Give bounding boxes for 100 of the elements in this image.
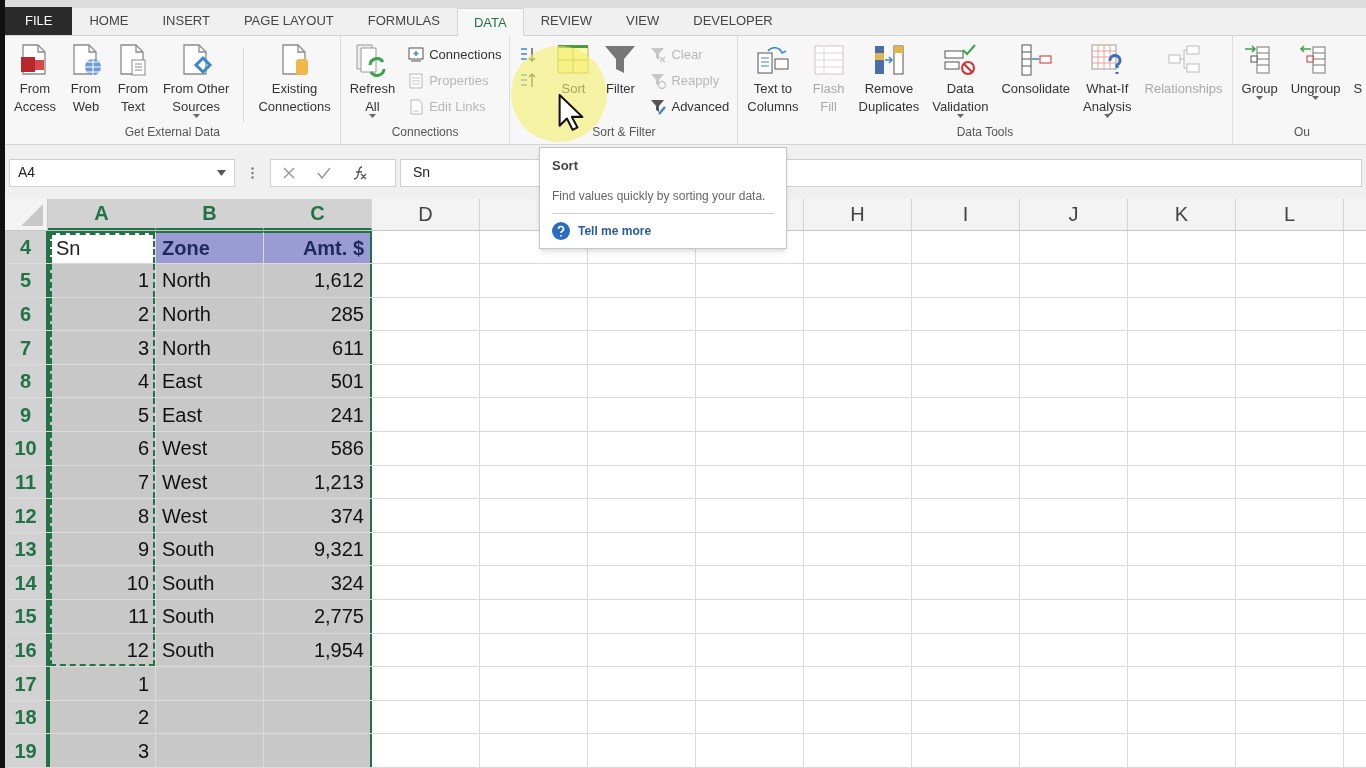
ribbon-tab[interactable]: FORMULAS <box>350 6 457 35</box>
ribbon-button[interactable]: Filter <box>600 39 641 98</box>
row-header[interactable]: 5 <box>5 264 48 297</box>
row-header[interactable]: 14 <box>5 566 48 600</box>
table-cell: 501 <box>264 364 372 398</box>
row-header[interactable]: 4 <box>5 230 48 264</box>
ribbon-button[interactable]: Ungroup <box>1287 39 1344 100</box>
table-cell: 324 <box>264 566 372 600</box>
table-cell: West <box>156 432 264 465</box>
row-header[interactable]: 10 <box>5 432 48 465</box>
validation-icon <box>943 42 978 77</box>
row-header[interactable]: 19 <box>5 734 48 767</box>
sort-ascending-icon <box>518 45 537 64</box>
table-cell: 2 <box>48 700 156 734</box>
sort-descending-icon <box>518 71 537 90</box>
ribbon-button[interactable]: From Access <box>11 39 59 116</box>
row-header[interactable]: 12 <box>5 499 48 532</box>
funnel-refresh-icon <box>649 71 668 90</box>
row-header[interactable]: 13 <box>5 532 48 566</box>
funnel-clear-icon <box>649 45 668 64</box>
row-header[interactable]: 18 <box>5 700 48 734</box>
column-header[interactable]: J <box>1020 198 1128 230</box>
ribbon-button[interactable]: Refresh All <box>346 39 399 118</box>
table-cell: 2 <box>48 297 156 331</box>
group-label: Get External Data <box>123 123 221 140</box>
table-cell: South <box>156 633 264 667</box>
cancel-icon[interactable] <box>283 166 295 179</box>
table-cell: 374 <box>264 499 372 532</box>
table-cell: Sn <box>48 230 156 264</box>
grip-icon <box>251 166 254 179</box>
ribbon-button[interactable]: Group <box>1238 39 1281 100</box>
table-cell: 5 <box>48 398 156 432</box>
column-header[interactable]: K <box>1128 198 1236 230</box>
table-cell: 10 <box>48 566 156 600</box>
ribbon-button[interactable]: Remove Duplicates <box>855 39 923 116</box>
table-cell: 3 <box>48 331 156 364</box>
ribbon-button[interactable]: Consolidate <box>998 39 1074 98</box>
ribbon-tab[interactable]: DEVELOPER <box>676 6 790 35</box>
ribbon-tab[interactable]: VIEW <box>609 6 677 35</box>
row-header[interactable]: 7 <box>5 331 48 364</box>
ribbon-button[interactable]: Data Validation <box>929 39 992 118</box>
help-icon <box>552 221 570 240</box>
ribbon-button[interactable]: From Web <box>65 39 106 116</box>
table-cell: 1 <box>48 667 156 700</box>
table-cell: 8 <box>48 499 156 532</box>
function-icon[interactable] <box>353 165 367 180</box>
funnel-pencil-icon <box>649 97 668 116</box>
row-header[interactable]: 6 <box>5 297 48 331</box>
table-cell: 12 <box>48 633 156 667</box>
column-header[interactable]: H <box>804 198 912 230</box>
ribbon-tab[interactable]: HOME <box>72 6 146 35</box>
ribbon-tab[interactable]: FILE <box>5 6 73 35</box>
row-header[interactable]: 16 <box>5 633 48 667</box>
row-header[interactable]: 8 <box>5 364 48 398</box>
list-icon <box>407 71 426 90</box>
column-header[interactable]: L <box>1236 198 1344 230</box>
table-cell: 1,213 <box>264 465 372 499</box>
table-cell: 7 <box>48 465 156 499</box>
help-link[interactable]: Tell me more <box>552 221 774 240</box>
ribbon-button[interactable]: Existing Connections <box>255 39 334 116</box>
ribbon-button[interactable]: From Text <box>112 39 153 116</box>
select-all-icon[interactable] <box>21 203 43 226</box>
table-cell: 241 <box>264 398 372 432</box>
table-cell: 9 <box>48 532 156 566</box>
column-header[interactable]: B <box>156 198 264 230</box>
row-header[interactable]: 11 <box>5 465 48 499</box>
ribbon-button[interactable]: From Other Sources <box>159 39 233 118</box>
ribbon-button[interactable]: Text to Columns <box>744 39 802 116</box>
table-cell: 3 <box>48 734 156 767</box>
table-cell: 4 <box>48 364 156 398</box>
row-header[interactable]: 9 <box>5 398 48 432</box>
column-header[interactable]: A <box>48 198 156 230</box>
name-box[interactable]: A4 <box>9 158 235 187</box>
consolidate-icon <box>1018 42 1053 77</box>
row-header[interactable]: 15 <box>5 600 48 633</box>
ribbon-tab[interactable]: INSERT <box>145 6 227 35</box>
column-header[interactable]: D <box>372 198 480 230</box>
ribbon-tab[interactable]: REVIEW <box>523 6 609 35</box>
ribbon-button[interactable]: Advanced <box>647 95 732 118</box>
table-cell: South <box>156 566 264 600</box>
ribbon-button[interactable]: S <box>1350 39 1366 98</box>
group-label: Sort & Filter <box>591 123 657 140</box>
column-header[interactable]: I <box>912 198 1020 230</box>
table-cell: South <box>156 532 264 566</box>
group-label: Data Tools <box>955 123 1015 140</box>
row-header[interactable]: 17 <box>5 667 48 700</box>
ribbon-button[interactable]: What-If Analysis <box>1080 39 1135 118</box>
ribbon-tab[interactable]: PAGE LAYOUT <box>226 6 351 35</box>
check-icon[interactable] <box>317 166 331 179</box>
table-cell: 586 <box>264 432 372 465</box>
table-cell: 285 <box>264 297 372 331</box>
ribbon-tab[interactable]: DATA <box>456 7 524 36</box>
table-cell: 9,321 <box>264 532 372 566</box>
table-cell: 6 <box>48 432 156 465</box>
table-cell: North <box>156 297 264 331</box>
sort-grid-icon <box>556 42 591 77</box>
table-cell: West <box>156 499 264 532</box>
column-header[interactable]: C <box>264 198 372 230</box>
ribbon-button[interactable]: Connections <box>405 43 504 66</box>
table-cell: North <box>156 331 264 364</box>
